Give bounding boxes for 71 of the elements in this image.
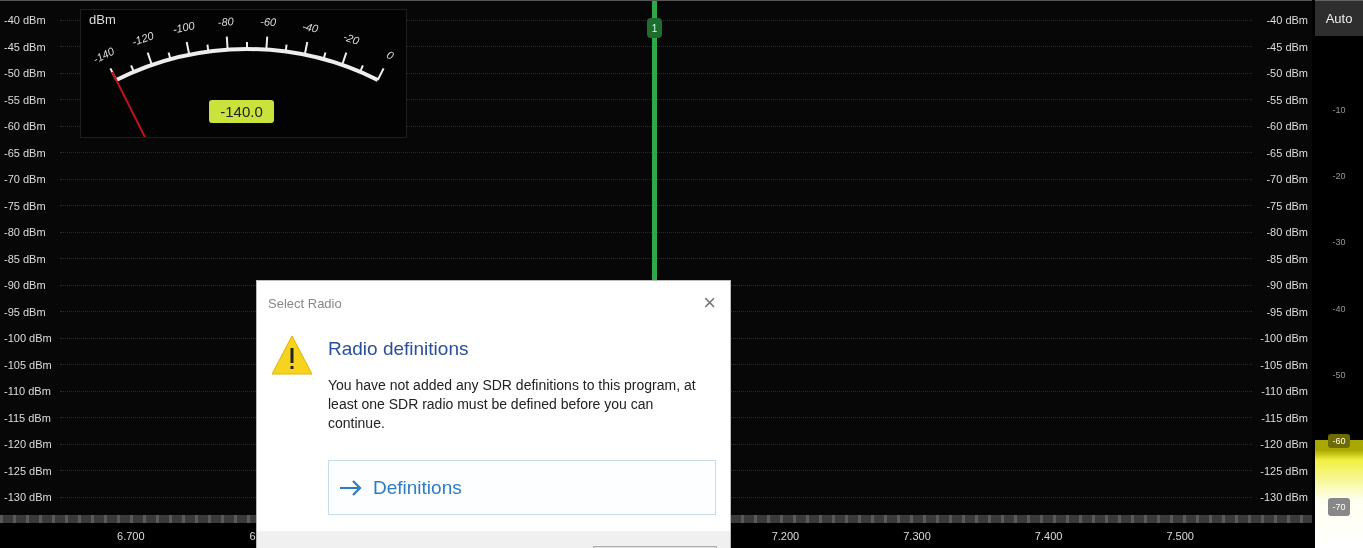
level-label: -105 dBm xyxy=(4,358,53,371)
meter-scale-label: -100 xyxy=(171,19,196,36)
dialog-message: You have not added any SDR definitions to this program, at least one SDR radio must be defined before you can continue. xyxy=(328,376,697,433)
range-scale-label: -40 xyxy=(1332,303,1346,314)
range-scale-label: -30 xyxy=(1332,237,1346,248)
level-label: -75 dBm xyxy=(4,199,47,212)
range-scale-label: -70 xyxy=(1328,498,1350,517)
level-label: -120 dBm xyxy=(1259,438,1308,451)
meter-scale-label: -40 xyxy=(301,19,320,35)
level-label: -80 dBm xyxy=(4,226,47,239)
level-label: -90 dBm xyxy=(4,279,47,292)
frequency-label: 6.700 xyxy=(116,529,146,542)
level-label: -70 dBm xyxy=(1265,173,1308,186)
range-scale-label: -20 xyxy=(1332,171,1346,182)
level-label: -100 dBm xyxy=(4,332,53,345)
level-label: -40 dBm xyxy=(1265,14,1308,27)
dialog-title: Select Radio xyxy=(268,295,342,311)
level-label: -130 dBm xyxy=(4,491,53,504)
level-label: -95 dBm xyxy=(1265,305,1308,318)
meter-scale-label: -80 xyxy=(217,15,235,29)
close-button[interactable]: × xyxy=(699,292,720,314)
dialog-heading: Radio definitions xyxy=(328,338,470,360)
level-label: -60 dBm xyxy=(1265,120,1308,133)
meter-unit: dBm xyxy=(89,12,116,27)
level-label: -70 dBm xyxy=(4,173,47,186)
level-label: -45 dBm xyxy=(1265,40,1308,53)
range-scale-label: -50 xyxy=(1332,369,1346,380)
meter-scale-label: -20 xyxy=(341,30,361,47)
frequency-label: 7.400 xyxy=(1033,529,1064,542)
level-label: -50 dBm xyxy=(1265,67,1308,80)
level-label: -60 dBm xyxy=(4,120,47,133)
marker-badge[interactable]: 1 xyxy=(647,18,662,38)
level-label: -90 dBm xyxy=(1265,279,1308,292)
frequency-label: 6 xyxy=(248,529,257,542)
level-label: -55 dBm xyxy=(1265,93,1308,106)
level-label: -95 dBm xyxy=(4,305,47,318)
meter-scale-label: -140 xyxy=(91,44,117,66)
level-label: -105 dBm xyxy=(1259,358,1308,371)
level-label: -115 dBm xyxy=(4,411,52,424)
level-label: -80 dBm xyxy=(1265,226,1308,239)
level-label: -85 dBm xyxy=(1265,252,1308,265)
frequency-label: 7.200 xyxy=(770,529,801,542)
meter-scale-label: -60 xyxy=(259,15,277,29)
level-label: -110 dBm xyxy=(1260,385,1308,398)
range-scale-label: -60 xyxy=(1328,434,1350,449)
level-label: -65 dBm xyxy=(1265,146,1308,159)
warning-icon xyxy=(270,334,314,376)
level-label: -85 dBm xyxy=(4,252,47,265)
level-label: -125 dBm xyxy=(4,464,53,477)
meter-readout: -140.0 xyxy=(209,100,274,123)
auto-button[interactable]: Auto xyxy=(1315,0,1363,36)
level-label: -110 dBm xyxy=(4,385,52,398)
arrow-right-icon xyxy=(339,479,363,496)
range-scale-label: -10 xyxy=(1332,105,1346,116)
meter-scale-label: -120 xyxy=(130,29,156,48)
level-label: -55 dBm xyxy=(4,93,47,106)
level-label: -125 dBm xyxy=(1259,464,1308,477)
level-label: -130 dBm xyxy=(1259,491,1308,504)
definitions-link[interactable]: Definitions xyxy=(328,460,716,515)
level-label: -40 dBm xyxy=(4,14,47,27)
level-label: -120 dBm xyxy=(4,438,53,451)
level-label: -100 dBm xyxy=(1259,332,1308,345)
frequency-label: 7.500 xyxy=(1165,529,1195,542)
level-label: -115 dBm xyxy=(1260,411,1308,424)
meter-scale-label: 0 xyxy=(384,48,396,62)
level-label: -45 dBm xyxy=(4,40,47,53)
level-label: -65 dBm xyxy=(4,146,47,159)
range-fill[interactable] xyxy=(1315,440,1363,548)
frequency-label: 7.300 xyxy=(902,529,932,542)
level-label: -75 dBm xyxy=(1265,199,1308,212)
level-label: -50 dBm xyxy=(4,67,47,80)
